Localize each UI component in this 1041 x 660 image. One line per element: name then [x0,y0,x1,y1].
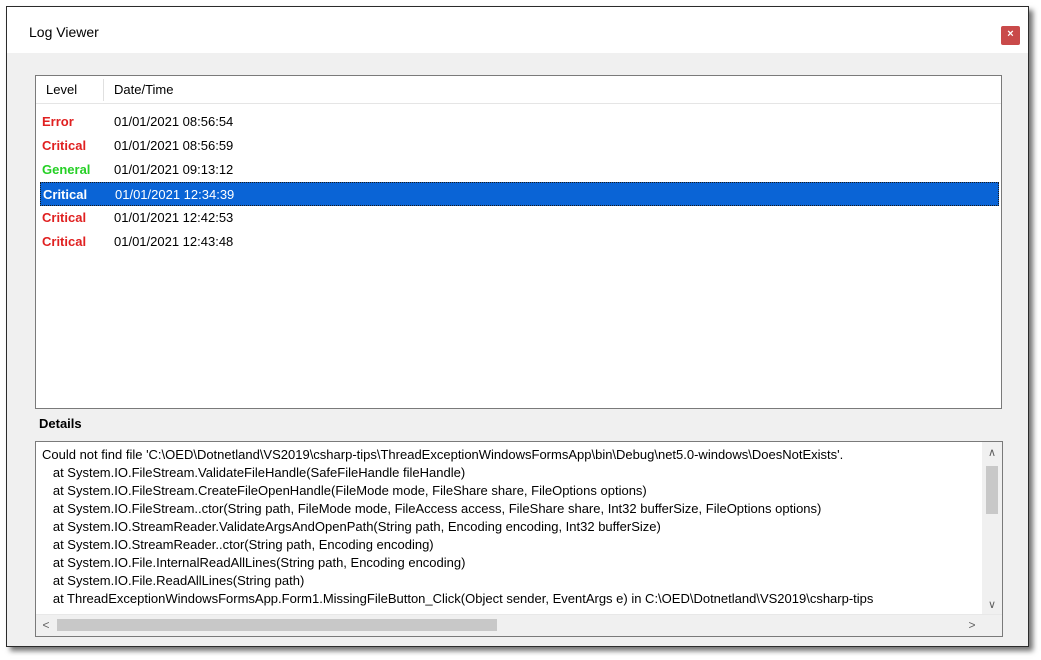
log-list[interactable]: Level Date/Time Error 01/01/2021 08:56:5… [35,75,1002,409]
title-bar: Log Viewer × [7,7,1028,53]
row-datetime: 01/01/2021 12:34:39 [115,187,235,202]
table-row-selected[interactable]: Critical 01/01/2021 12:34:39 [40,182,999,206]
window-title: Log Viewer [29,24,99,40]
details-textbox[interactable]: Could not find file 'C:\OED\Dotnetland\V… [35,441,1003,637]
column-header-datetime[interactable]: Date/Time [114,76,173,103]
scroll-right-icon[interactable]: > [962,615,982,635]
row-datetime: 01/01/2021 08:56:59 [114,138,234,153]
column-divider[interactable] [103,79,104,101]
horizontal-scroll-thumb[interactable] [57,619,497,631]
table-row[interactable]: Critical 01/01/2021 08:56:59 [40,134,1001,158]
scroll-up-icon[interactable]: ∧ [982,444,1002,462]
table-row[interactable]: General 01/01/2021 09:13:12 [40,158,1001,182]
row-level: Critical [42,138,87,153]
row-datetime: 01/01/2021 08:56:54 [114,114,234,129]
table-row[interactable]: Error 01/01/2021 08:56:54 [40,110,1001,134]
details-label: Details [39,416,82,431]
scroll-left-icon[interactable]: < [36,615,56,635]
close-button[interactable]: × [1001,26,1020,45]
column-header-level[interactable]: Level [46,76,102,103]
table-row[interactable]: Critical 01/01/2021 12:43:48 [40,230,1001,254]
row-datetime: 01/01/2021 09:13:12 [114,162,234,177]
list-header: Level Date/Time [36,76,1001,104]
vertical-scrollbar[interactable]: ∧ ∨ [982,442,1002,614]
row-datetime: 01/01/2021 12:42:53 [114,210,234,225]
details-text[interactable]: Could not find file 'C:\OED\Dotnetland\V… [42,446,974,614]
row-datetime: 01/01/2021 12:43:48 [114,234,234,249]
vertical-scroll-thumb[interactable] [986,466,998,514]
row-level: Critical [43,187,88,202]
scroll-down-icon[interactable]: ∨ [982,596,1002,614]
table-row[interactable]: Critical 01/01/2021 12:42:53 [40,206,1001,230]
row-level: Critical [42,234,87,249]
log-viewer-window: Log Viewer × Level Date/Time Error 01/01… [6,6,1029,647]
horizontal-scrollbar[interactable]: < > [36,614,1002,636]
row-level: General [42,162,91,177]
row-level: Critical [42,210,87,225]
list-rows: Error 01/01/2021 08:56:54 Critical 01/01… [40,110,1001,254]
row-level: Error [42,114,74,129]
